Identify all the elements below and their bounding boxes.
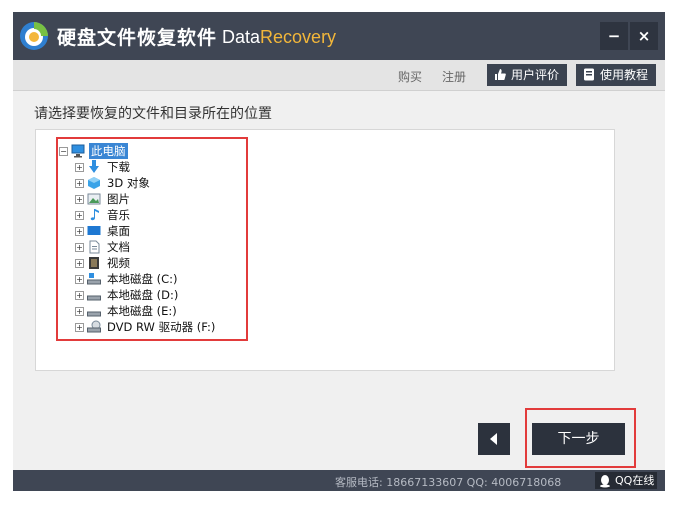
tutorial-label: 使用教程 bbox=[600, 68, 649, 82]
brand-name: DataRecovery bbox=[222, 27, 336, 48]
tutorial-button[interactable]: 使用教程 bbox=[576, 64, 657, 86]
user-review-label: 用户评价 bbox=[511, 68, 560, 82]
title-bar: 硬盘文件恢复软件 DataRecovery − × bbox=[13, 12, 665, 60]
qq-online-label: QQ在线 bbox=[615, 474, 655, 487]
brand-part-recovery: Recovery bbox=[260, 27, 337, 47]
minimize-button[interactable]: − bbox=[600, 22, 628, 50]
thumbs-up-icon bbox=[495, 69, 506, 80]
brand-part-data: Data bbox=[222, 27, 261, 47]
buy-link[interactable]: 购买 bbox=[398, 68, 422, 85]
app-title: 硬盘文件恢复软件 bbox=[57, 27, 218, 49]
menu-bar: 购买 注册 用户评价 使用教程 bbox=[13, 60, 665, 91]
close-button[interactable]: × bbox=[630, 22, 658, 50]
user-review-button[interactable]: 用户评价 bbox=[487, 64, 568, 86]
qq-online-button[interactable]: QQ在线 bbox=[595, 472, 657, 489]
qq-penguin-icon bbox=[600, 475, 610, 488]
app-logo-icon bbox=[20, 22, 48, 50]
chevron-left-icon bbox=[490, 433, 497, 445]
book-icon bbox=[584, 68, 594, 81]
support-hotline: 客服电话: 18667133607 QQ: 4006718068 bbox=[335, 476, 562, 489]
tree-highlight-frame bbox=[56, 137, 248, 341]
register-link[interactable]: 注册 bbox=[442, 68, 466, 85]
back-button[interactable] bbox=[478, 423, 510, 455]
next-highlight-frame bbox=[525, 408, 636, 468]
status-bar: 客服电话: 18667133607 QQ: 4006718068 QQ在线 bbox=[13, 470, 665, 491]
location-prompt: 请选择要恢复的文件和目录所在的位置 bbox=[34, 106, 272, 122]
